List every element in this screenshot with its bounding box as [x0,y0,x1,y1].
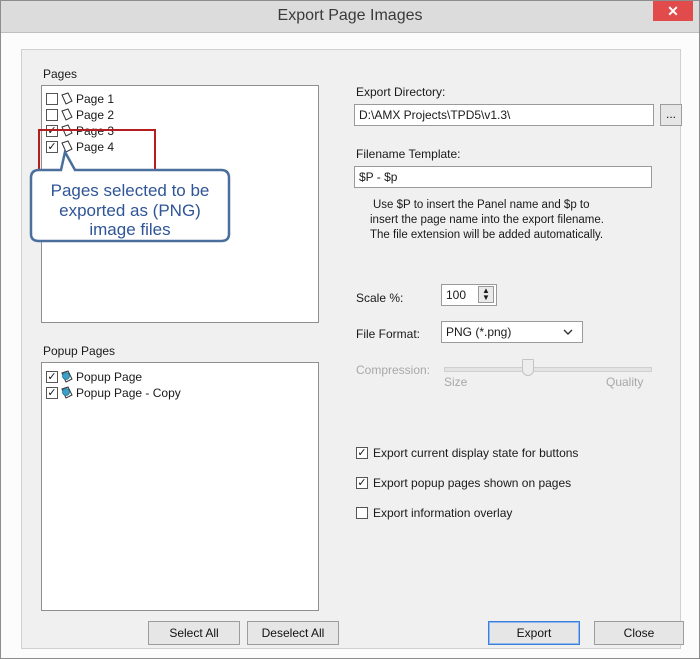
popup-page-icon [61,386,73,399]
callout-line-2: exported as (PNG) [59,201,201,220]
compression-min-label: Size [444,375,468,389]
page-1-checkbox[interactable] [46,93,58,105]
popup-page-label: Popup Page - Copy [76,386,181,400]
callout-line-1: Pages selected to be [51,181,210,200]
filename-template-label: Filename Template: [356,147,461,161]
chevron-down-icon [563,329,573,335]
close-window-button[interactable]: ✕ [653,1,693,21]
dialog-title: Export Page Images [277,7,423,24]
page-icon [61,108,73,121]
slider-thumb[interactable] [522,359,534,376]
list-item[interactable]: ✓ Popup Page - Copy [46,385,181,401]
callout-line-3: image files [89,220,170,239]
page-label: Page 2 [76,108,115,122]
option-export-display-state[interactable]: ✓ Export current display state for butto… [356,445,578,461]
filename-help-line-2: insert the page name into the export fil… [370,214,604,226]
option-label: Export information overlay [373,506,513,520]
spin-down-icon[interactable]: ▼ [482,293,490,302]
compression-max-label: Quality [606,375,644,389]
export-page-images-dialog: Export Page Images ✕ Pages Page 1 Page 2… [0,0,700,659]
option-export-information-overlay[interactable]: Export information overlay [356,505,512,521]
list-item[interactable]: Page 2 [46,107,114,123]
option-label: Export popup pages shown on pages [373,476,572,490]
compression-label: Compression: [356,363,431,377]
page-2-checkbox[interactable] [46,109,58,121]
list-item[interactable]: Page 1 [46,91,114,107]
close-button[interactable]: Close [594,621,684,645]
popup-pages-label: Popup Pages [43,344,116,358]
export-directory-field[interactable]: D:\AMX Projects\TPD5\v1.3\ [354,104,654,126]
popup-page-copy-checkbox[interactable]: ✓ [46,387,58,399]
export-directory-label: Export Directory: [356,85,446,99]
scale-spinner[interactable]: ▲ ▼ [478,286,494,303]
option-label: Export current display state for buttons [373,446,579,460]
title-bar[interactable]: Export Page Images ✕ [1,1,699,33]
option-export-popup-pages[interactable]: ✓ Export popup pages shown on pages [356,475,571,491]
filename-help-line-1: Use $P to insert the Panel name and $p t… [373,199,590,211]
export-popup-pages-checkbox[interactable]: ✓ [356,477,368,489]
browse-button[interactable]: ... [660,104,682,126]
file-format-label: File Format: [356,327,421,341]
scale-label: Scale %: [356,291,404,305]
select-all-button[interactable]: Select All [148,621,240,645]
deselect-all-button[interactable]: Deselect All [247,621,339,645]
popup-pages-list[interactable]: ✓ Popup Page ✓ Popup Page - Copy [41,362,319,611]
annotation-callout: Pages selected to be exported as (PNG) i… [29,148,231,243]
file-format-select[interactable]: PNG (*.png) [441,321,583,343]
list-item[interactable]: ✓ Popup Page [46,369,142,385]
filename-help-line-3: The file extension will be added automat… [370,229,604,241]
slider-track [444,367,652,372]
popup-page-checkbox[interactable]: ✓ [46,371,58,383]
export-information-overlay-checkbox[interactable] [356,507,368,519]
filename-template-field[interactable]: $P - $p [354,166,652,188]
popup-page-icon [61,370,73,383]
page-label: Page 1 [76,92,115,106]
page-icon [61,92,73,105]
export-button[interactable]: Export [488,621,580,645]
popup-page-label: Popup Page [76,370,143,384]
export-display-state-checkbox[interactable]: ✓ [356,447,368,459]
pages-label: Pages [43,67,78,81]
